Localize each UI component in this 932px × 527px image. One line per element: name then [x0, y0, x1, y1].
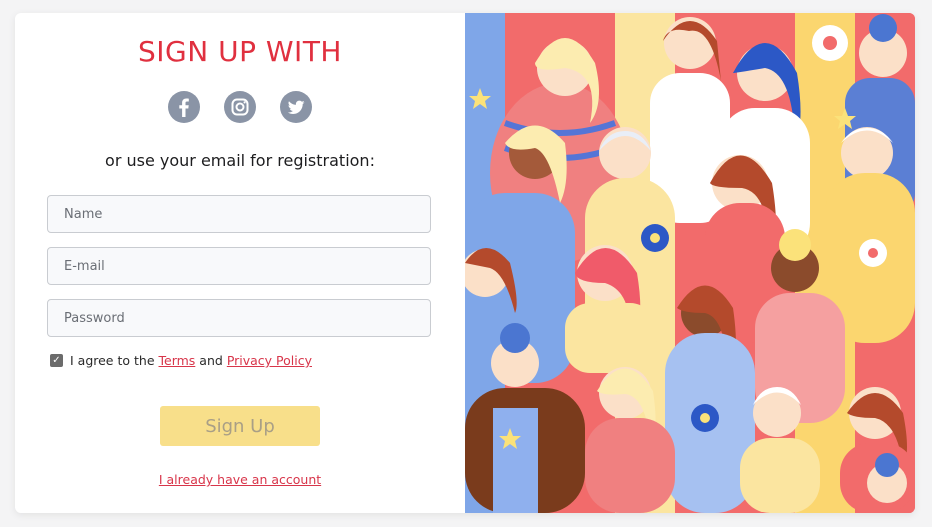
terms-agreement: ✓ I agree to the Terms and Privacy Polic… [50, 353, 312, 368]
existing-account-link[interactable]: I already have an account [159, 472, 321, 487]
password-field[interactable] [47, 299, 431, 337]
signup-card: SIGN UP WITH or use your email for regis… [15, 13, 915, 513]
agree-text: I agree to the [70, 353, 155, 368]
twitter-icon [287, 100, 305, 114]
facebook-icon [179, 98, 189, 117]
email-field[interactable] [47, 247, 431, 285]
form-title: SIGN UP WITH [138, 35, 342, 68]
login-link-container: I already have an account [15, 472, 465, 487]
people-illustration [465, 13, 915, 513]
agree-checkbox[interactable]: ✓ [50, 354, 63, 367]
social-buttons [15, 91, 465, 123]
terms-link[interactable]: Terms [159, 353, 196, 368]
name-field[interactable] [47, 195, 431, 233]
registration-subtitle: or use your email for registration: [105, 151, 375, 170]
illustration-graphic [465, 13, 915, 513]
sign-up-button[interactable]: Sign Up [160, 406, 320, 446]
twitter-button[interactable] [280, 91, 312, 123]
signup-form: SIGN UP WITH or use your email for regis… [15, 13, 465, 513]
privacy-policy-link[interactable]: Privacy Policy [227, 353, 312, 368]
facebook-button[interactable] [168, 91, 200, 123]
instagram-button[interactable] [224, 91, 256, 123]
and-text: and [199, 353, 223, 368]
instagram-icon [231, 98, 249, 116]
